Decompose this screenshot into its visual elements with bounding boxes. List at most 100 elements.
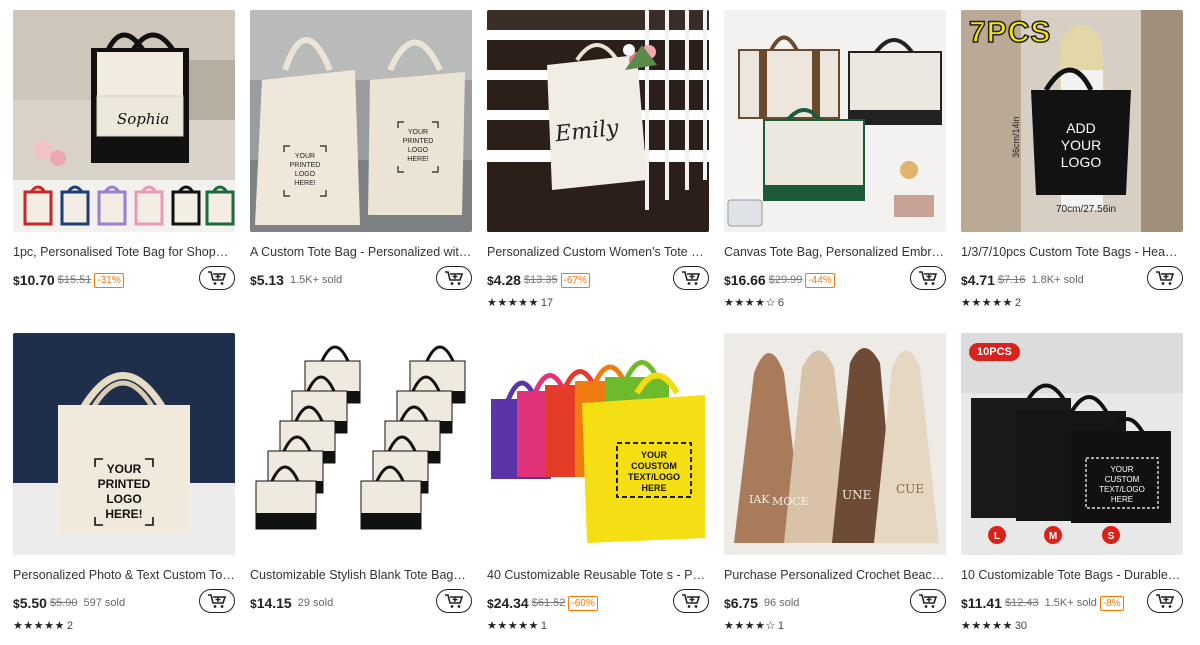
original-price: $13.35 bbox=[523, 274, 558, 286]
sold-count: 29 sold bbox=[297, 597, 334, 609]
tote-bags-printed-logo-icon: YOUR PRINTED LOGO HERE! YOUR PRINTED LOGO HERE… bbox=[250, 10, 472, 232]
size-label: S bbox=[1108, 531, 1115, 542]
product-image[interactable]: YOUR PRINTED LOGO HERE! YOUR PRINTED LOGO HERE… bbox=[250, 10, 472, 232]
add-to-cart-button[interactable] bbox=[673, 266, 709, 290]
rating-count: 1 bbox=[540, 620, 547, 632]
price-row: $16.66 $29.99 -44% bbox=[724, 266, 946, 293]
rating-count: 6 bbox=[777, 297, 784, 309]
add-to-cart-icon bbox=[682, 594, 701, 608]
product-image[interactable]: ADD YOUR LOGO 70cm/27.56in 36cm/14in 7PCS bbox=[961, 10, 1183, 232]
product-title[interactable]: 1/3/7/10pcs Custom Tote Bags - Heavy-Du.… bbox=[961, 244, 1183, 260]
add-to-cart-button[interactable] bbox=[673, 589, 709, 613]
jute-tote-bag-icon: YOURPRINTEDLOGOHERE! bbox=[13, 333, 235, 555]
product-card[interactable]: YOUR CUSTOM TEXT/LOGO HERE L M S 10PCS 10 C… bbox=[961, 333, 1183, 633]
svg-text:36cm/14in: 36cm/14in bbox=[1011, 116, 1021, 158]
sold-count: 96 sold bbox=[763, 597, 800, 609]
product-card[interactable]: YOUR COUSTOM TEXT/LOGO HERE 40 Customizable… bbox=[487, 333, 709, 633]
original-price: $15.51 bbox=[57, 274, 92, 286]
svg-text:MOCE: MOCE bbox=[772, 495, 809, 508]
add-to-cart-button[interactable] bbox=[199, 589, 235, 613]
svg-text:LOGO: LOGO bbox=[1061, 154, 1102, 170]
svg-text:YOUR: YOUR bbox=[1061, 137, 1101, 153]
svg-text:YOUR: YOUR bbox=[1110, 465, 1133, 474]
svg-text:LOGO: LOGO bbox=[106, 492, 141, 506]
rating-stars: ★★★★☆ 1 bbox=[724, 620, 784, 632]
sale-price: $5.50 bbox=[13, 595, 47, 611]
svg-text:HERE!: HERE! bbox=[407, 156, 428, 163]
product-card[interactable]: Customizable Stylish Blank Tote Bags, DI… bbox=[250, 333, 472, 616]
discount-badge: -60% bbox=[568, 595, 598, 611]
product-title[interactable]: Personalized Photo & Text Custom Tote Ba… bbox=[13, 567, 235, 583]
crochet-bags-icon: IAK MOCE UNE CUE bbox=[724, 333, 946, 555]
discount-badge: -44% bbox=[805, 272, 835, 288]
add-to-cart-button[interactable] bbox=[436, 266, 472, 290]
rating-count: 30 bbox=[1014, 620, 1028, 632]
add-to-cart-icon bbox=[919, 594, 938, 608]
product-image[interactable]: YOUR COUSTOM TEXT/LOGO HERE bbox=[487, 333, 709, 555]
rating-stars: ★★★★★ 2 bbox=[13, 620, 73, 632]
product-card[interactable]: Sophia 1pc, Personalised Tote Bag for Sh… bbox=[13, 10, 235, 293]
pack-count-badge: 7PCS bbox=[968, 15, 1052, 50]
add-to-cart-icon bbox=[445, 594, 464, 608]
product-title[interactable]: Personalized Custom Women's Tote Bag - .… bbox=[487, 244, 709, 260]
svg-text:CUSTOM: CUSTOM bbox=[1105, 475, 1140, 484]
size-label: L bbox=[994, 531, 1000, 542]
rating-stars: ★★★★☆ 6 bbox=[724, 297, 784, 309]
add-to-cart-icon bbox=[682, 271, 701, 285]
svg-text:HERE!: HERE! bbox=[294, 180, 315, 187]
add-to-cart-button[interactable] bbox=[1147, 266, 1183, 290]
product-title[interactable]: Canvas Tote Bag, Personalized Embroidere… bbox=[724, 244, 946, 260]
product-card[interactable]: Canvas Tote Bag, Personalized Embroidere… bbox=[724, 10, 946, 310]
add-to-cart-button[interactable] bbox=[1147, 589, 1183, 613]
add-to-cart-icon bbox=[919, 271, 938, 285]
canvas-tote-bags-icon bbox=[724, 10, 946, 232]
product-title[interactable]: Customizable Stylish Blank Tote Bags, DI… bbox=[250, 567, 472, 583]
product-grid: Sophia 1pc, Personalised Tote Bag for Sh… bbox=[0, 0, 1200, 645]
product-image[interactable]: Sophia bbox=[13, 10, 235, 232]
svg-text:IAK: IAK bbox=[749, 493, 770, 506]
price-row: $5.50 $5.90 597 sold bbox=[13, 589, 235, 616]
product-card[interactable]: Emily Personalized Custom Women's Tote B… bbox=[487, 10, 709, 310]
price-row: $10.70 $15.51 -31% bbox=[13, 266, 235, 293]
product-image[interactable] bbox=[250, 333, 472, 555]
rating-count: 17 bbox=[540, 297, 554, 309]
discount-badge: -31% bbox=[94, 272, 124, 288]
sale-price: $6.75 bbox=[724, 595, 758, 611]
add-to-cart-icon bbox=[1156, 271, 1175, 285]
product-title[interactable]: A Custom Tote Bag - Personalized with Ph… bbox=[250, 244, 472, 260]
original-price: $29.99 bbox=[768, 274, 803, 286]
tote-bag-on-stairs-icon: Emily bbox=[487, 10, 709, 232]
product-title[interactable]: 40 Customizable Reusable Tote s - Person… bbox=[487, 567, 709, 583]
add-to-cart-button[interactable] bbox=[436, 589, 472, 613]
discount-badge: -67% bbox=[560, 272, 590, 288]
tote-bag-with-pocket-icon: Sophia bbox=[13, 10, 235, 232]
product-title[interactable]: 10 Customizable Tote Bags - Durable Poly… bbox=[961, 567, 1183, 583]
svg-text:TEXT/LOGO: TEXT/LOGO bbox=[1099, 485, 1145, 494]
pack-count-badge: 10PCS bbox=[969, 343, 1020, 361]
product-card[interactable]: ADD YOUR LOGO 70cm/27.56in 36cm/14in 7PCS … bbox=[961, 10, 1183, 310]
sale-price: $10.70 bbox=[13, 272, 55, 288]
svg-text:YOUR: YOUR bbox=[641, 450, 668, 460]
sale-price: $16.66 bbox=[724, 272, 766, 288]
product-card[interactable]: IAK MOCE UNE CUE Purchase Personalized Cr… bbox=[724, 333, 946, 633]
product-card[interactable]: YOUR PRINTED LOGO HERE! YOUR PRINTED LOGO HERE… bbox=[250, 10, 472, 293]
sale-price: $14.15 bbox=[250, 595, 292, 611]
product-image[interactable]: YOUR CUSTOM TEXT/LOGO HERE L M S 10PCS bbox=[961, 333, 1183, 555]
discount-badge: -8% bbox=[1099, 595, 1124, 611]
product-title[interactable]: Purchase Personalized Crochet Beach Tote… bbox=[724, 567, 946, 583]
svg-text:TEXT/LOGO: TEXT/LOGO bbox=[628, 472, 680, 482]
rating-stars: ★★★★★ 1 bbox=[487, 620, 547, 632]
svg-text:LOGO: LOGO bbox=[408, 147, 429, 154]
svg-text:YOUR: YOUR bbox=[408, 129, 428, 136]
product-image[interactable] bbox=[724, 10, 946, 232]
add-to-cart-button[interactable] bbox=[910, 589, 946, 613]
product-image[interactable]: Emily bbox=[487, 10, 709, 232]
product-card[interactable]: YOUR PRINTED LOGO HERE! Personalized Photo … bbox=[13, 333, 235, 633]
add-to-cart-button[interactable] bbox=[199, 266, 235, 290]
product-image[interactable]: IAK MOCE UNE CUE bbox=[724, 333, 946, 555]
product-image[interactable]: YOUR PRINTED LOGO HERE! bbox=[13, 333, 235, 555]
product-title[interactable]: 1pc, Personalised Tote Bag for Shopper B… bbox=[13, 244, 235, 260]
size-label: M bbox=[1049, 531, 1057, 542]
add-to-cart-icon bbox=[208, 594, 227, 608]
add-to-cart-button[interactable] bbox=[910, 266, 946, 290]
